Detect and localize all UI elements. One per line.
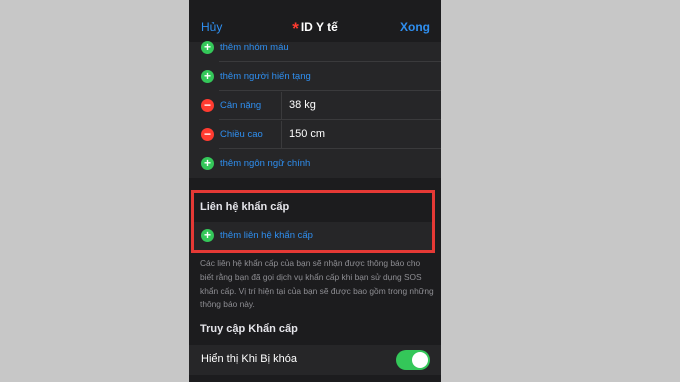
toggle-knob[interactable] <box>412 352 428 368</box>
weight-row[interactable]: − Cân nặng 38 kg <box>189 92 441 120</box>
add-icon[interactable]: + <box>201 70 214 83</box>
divider <box>219 119 441 120</box>
row-label: thêm người hiến tạng <box>220 71 311 82</box>
divider <box>219 90 441 91</box>
column-divider <box>281 92 282 120</box>
page-title-text: ID Y tế <box>300 20 338 34</box>
add-icon[interactable]: + <box>201 157 214 170</box>
show-when-locked-toggle[interactable] <box>396 350 430 370</box>
medical-info-group: + thêm nhóm máu + thêm người hiến tạng −… <box>189 41 441 178</box>
row-label: Cân nặng <box>220 100 262 111</box>
add-primary-language-row[interactable]: + thêm ngôn ngữ chính <box>189 150 441 178</box>
add-blood-type-row[interactable]: + thêm nhóm máu <box>189 34 441 62</box>
divider <box>219 61 441 62</box>
column-divider <box>281 121 282 149</box>
show-when-locked-row: Hiển thị Khi Bị khóa <box>189 345 441 375</box>
height-value[interactable]: 150 cm <box>289 128 325 140</box>
emergency-contacts-footnote: Các liên hệ khẩn cấp của bạn sẽ nhận đượ… <box>200 258 434 310</box>
remove-icon[interactable]: − <box>201 99 214 112</box>
remove-icon[interactable]: − <box>201 128 214 141</box>
done-button[interactable]: Xong <box>400 20 430 34</box>
row-label: thêm ngôn ngữ chính <box>220 158 311 169</box>
phone-screen: Hủy * ID Y tế Xong + thêm nhóm máu + thêm… <box>189 0 441 382</box>
height-row[interactable]: − Chiều cao 150 cm <box>189 121 441 149</box>
row-label: Chiều cao <box>220 129 263 140</box>
add-organ-donor-row[interactable]: + thêm người hiến tạng <box>189 63 441 91</box>
emergency-access-header: Truy cập Khẩn cấp <box>200 323 298 335</box>
add-icon[interactable]: + <box>201 41 214 54</box>
highlight-annotation <box>191 190 435 253</box>
weight-value[interactable]: 38 kg <box>289 99 316 111</box>
row-label: thêm nhóm máu <box>220 42 289 53</box>
show-when-locked-label: Hiển thị Khi Bị khóa <box>201 353 297 365</box>
divider <box>219 148 441 149</box>
